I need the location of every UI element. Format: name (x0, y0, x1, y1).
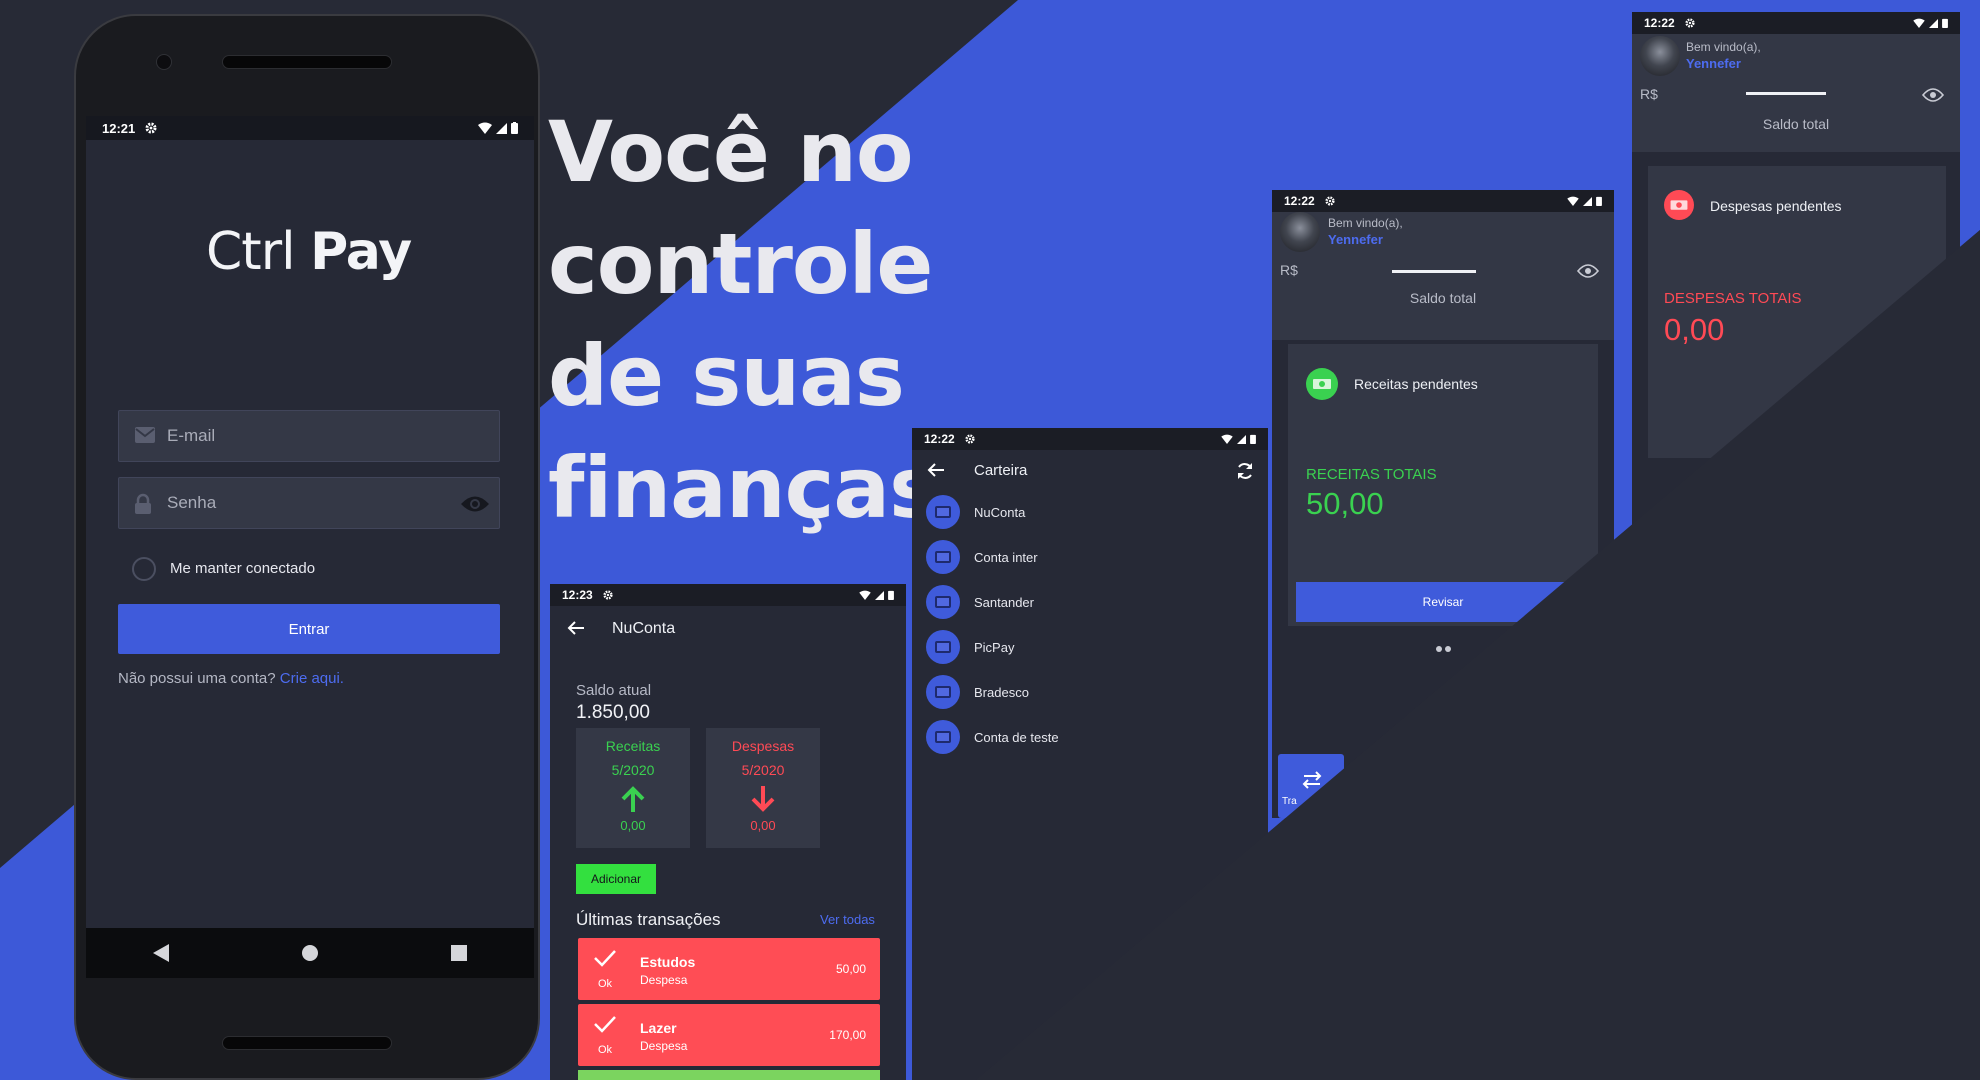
dark-diagonal-overlay (976, 230, 1980, 1080)
